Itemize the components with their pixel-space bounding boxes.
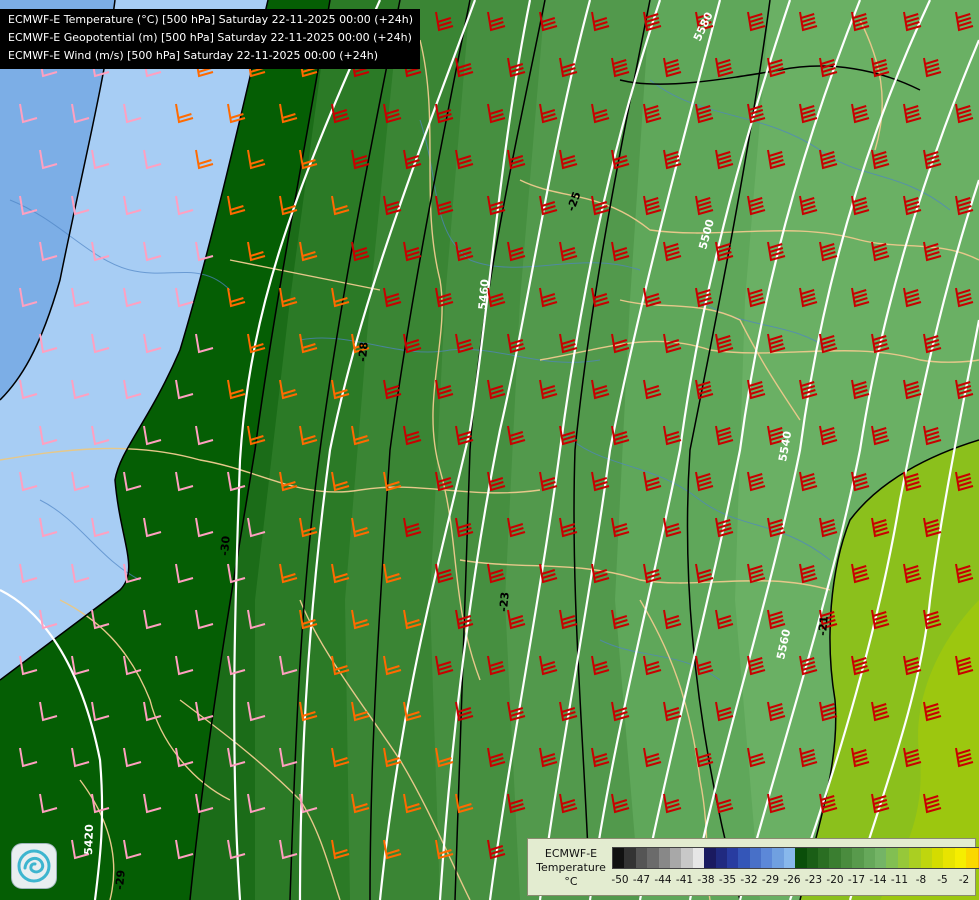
legend-swatch bbox=[943, 848, 955, 868]
title-temperature: ECMWF-E Temperature (°C) [500 hPa] Satur… bbox=[8, 13, 414, 26]
legend-swatch bbox=[840, 848, 853, 868]
map-title-box: ECMWF-E Temperature (°C) [500 hPa] Satur… bbox=[0, 9, 421, 69]
temperature-label: -30 bbox=[218, 535, 233, 556]
legend-swatch bbox=[874, 848, 887, 868]
legend-tick-label: -17 bbox=[847, 874, 866, 886]
legend-swatch bbox=[863, 848, 875, 868]
geopotential-label: 5420 bbox=[82, 824, 96, 855]
legend-swatch bbox=[920, 848, 932, 868]
legend-variable: Temperature bbox=[536, 861, 606, 874]
legend-swatch bbox=[954, 848, 967, 868]
legend-swatch bbox=[966, 848, 978, 868]
legend-swatch bbox=[909, 848, 921, 868]
legend-tick-label: -8 bbox=[915, 874, 927, 886]
legend-swatch bbox=[704, 848, 716, 868]
legend-tick-label: -35 bbox=[718, 874, 737, 886]
legend-swatch bbox=[681, 848, 693, 868]
legend-tick-label: -38 bbox=[697, 874, 715, 886]
temperature-label: -28 bbox=[356, 341, 371, 362]
map-view[interactable]: 5420 5460 5500 5540 5560 5580 -30 -28 -2… bbox=[0, 0, 979, 900]
legend-swatch bbox=[738, 848, 750, 868]
legend-swatch bbox=[852, 848, 864, 868]
title-wind: ECMWF-E Wind (m/s) [500 hPa] Saturday 22… bbox=[8, 49, 378, 62]
legend-ticks: -50 -47 -44 -41 -38 -35 -32 -29 -26 -23 -20 -17 -14-… bbox=[611, 874, 972, 888]
legend-swatch bbox=[613, 848, 625, 868]
legend-swatch bbox=[772, 848, 784, 868]
ecmwf-swirl-icon bbox=[12, 844, 56, 888]
legend-tick-label: -5 bbox=[937, 874, 948, 886]
legend-model: ECMWF-E bbox=[544, 847, 598, 860]
legend-swatch bbox=[818, 848, 830, 868]
geopotential-label: 5460 bbox=[476, 278, 492, 310]
temperature-legend: ECMWF-E Temperature °C -50 -47 -44 -41 -38 -3… bbox=[527, 838, 979, 896]
temperature-label: -23 bbox=[497, 591, 512, 612]
legend-swatch bbox=[806, 848, 819, 868]
legend-unit: °C bbox=[564, 875, 578, 888]
legend-color-bar bbox=[612, 847, 979, 869]
legend-swatch bbox=[783, 848, 796, 868]
legend-swatch bbox=[692, 848, 705, 868]
legend-swatch bbox=[761, 848, 773, 868]
legend-tick-label: -2 bbox=[958, 874, 970, 886]
legend-swatch bbox=[749, 848, 762, 868]
legend-swatch bbox=[658, 848, 670, 868]
legend-tick-label: -50 bbox=[611, 874, 629, 886]
legend-swatch bbox=[795, 848, 807, 868]
legend-swatch bbox=[897, 848, 910, 868]
legend-swatch bbox=[931, 848, 944, 868]
legend-tick-label: -26 bbox=[783, 874, 801, 886]
legend-tick-label: -47 bbox=[632, 874, 651, 886]
temperature-label: -29 bbox=[113, 869, 128, 890]
weather-map: 5420 5460 5500 5540 5560 5580 -30 -28 -2… bbox=[0, 0, 979, 900]
legend-tick-label: -14 bbox=[869, 874, 887, 886]
legend-tick-label: -20 bbox=[826, 874, 844, 886]
legend-tick-label: -11 bbox=[890, 874, 909, 886]
legend-tick-label: -23 bbox=[804, 874, 823, 886]
legend-tick-label: -29 bbox=[761, 874, 780, 886]
legend-swatch bbox=[624, 848, 636, 868]
legend-tick-label: -44 bbox=[654, 874, 672, 886]
legend-swatch bbox=[829, 848, 841, 868]
legend-swatch bbox=[635, 848, 648, 868]
legend-tick-label: -41 bbox=[675, 874, 694, 886]
legend-swatch bbox=[715, 848, 727, 868]
legend-swatch bbox=[647, 848, 659, 868]
legend-swatch bbox=[886, 848, 898, 868]
temperature-label: -21 bbox=[816, 615, 831, 636]
legend-swatch bbox=[726, 848, 739, 868]
legend-tick-label: -32 bbox=[740, 874, 758, 886]
legend-swatch bbox=[669, 848, 682, 868]
title-geopotential: ECMWF-E Geopotential (m) [500 hPa] Satur… bbox=[8, 31, 412, 44]
